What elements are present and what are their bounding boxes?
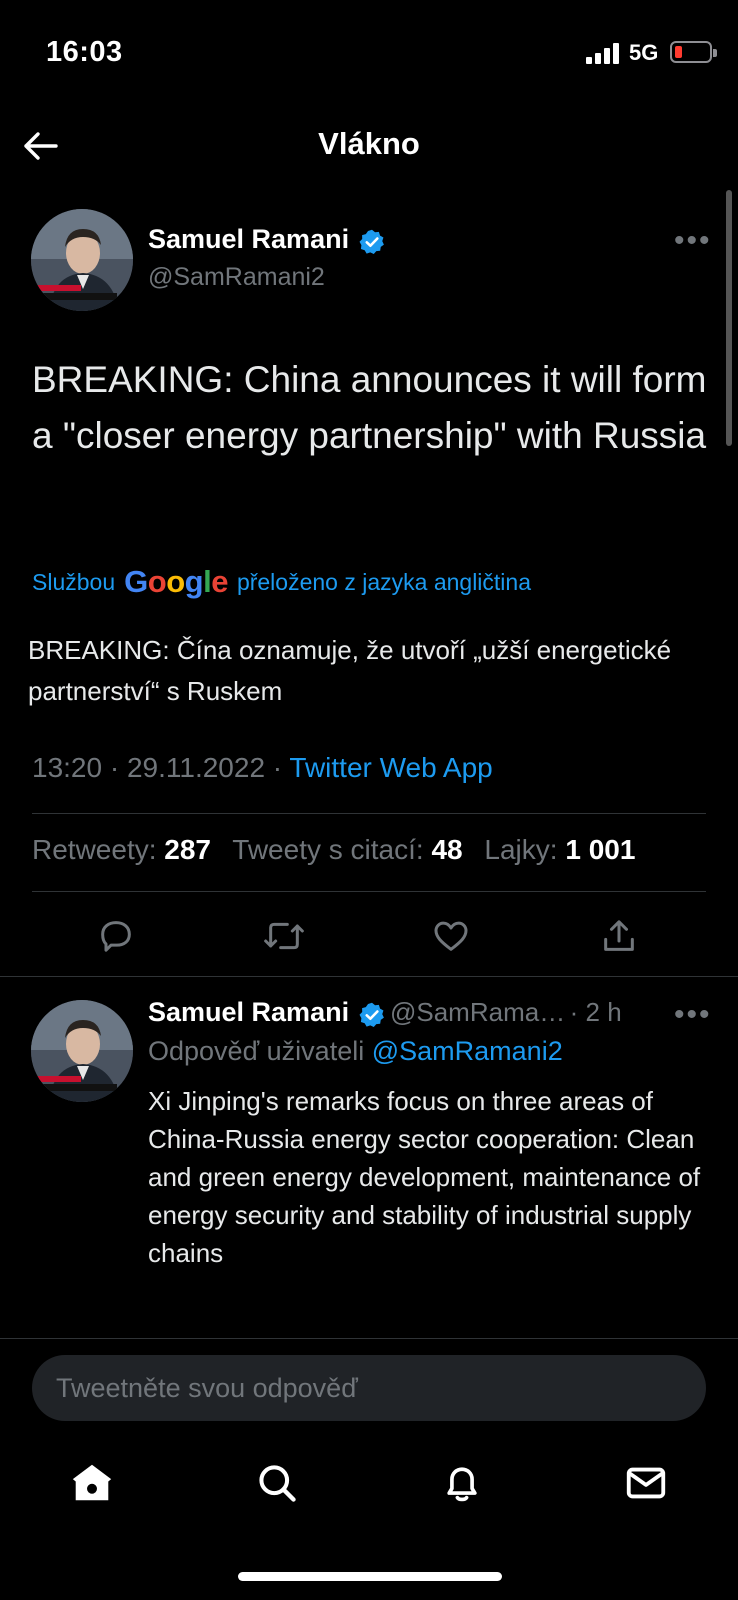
author-handle[interactable]: @SamRamani2 bbox=[148, 263, 325, 292]
likes-count[interactable]: 1 001 bbox=[565, 834, 635, 865]
tweet-text: BREAKING: China announces it will form a… bbox=[32, 359, 707, 456]
home-icon bbox=[72, 1464, 112, 1501]
likes-label: Lajky: bbox=[484, 834, 558, 865]
bottom-tab-bar bbox=[0, 1440, 738, 1530]
divider bbox=[0, 1338, 738, 1339]
retweet-button[interactable] bbox=[262, 914, 306, 958]
reply-age: · 2 h bbox=[569, 997, 622, 1027]
tweet-timestamp: 13:20 · 29.11.2022 · bbox=[32, 752, 290, 783]
avatar-photo bbox=[31, 1000, 133, 1102]
tweet-meta: 13:20 · 29.11.2022 · Twitter Web App bbox=[32, 752, 493, 784]
heart-icon bbox=[434, 921, 468, 951]
verified-badge-icon bbox=[359, 1002, 384, 1027]
search-icon bbox=[259, 1465, 296, 1502]
reply-icon bbox=[101, 921, 131, 952]
reply-context: Odpověď uživateli @SamRamani2 bbox=[148, 1036, 563, 1067]
translated-text: BREAKING: Čína oznamuje, že utvoří „užší… bbox=[28, 635, 672, 706]
translation-suffix: přeloženo z jazyka angličtina bbox=[236, 568, 531, 595]
like-button[interactable] bbox=[429, 914, 473, 958]
quotes-label: Tweety s citací: bbox=[232, 834, 424, 865]
network-type: 5G bbox=[629, 40, 659, 65]
tab-messages[interactable] bbox=[621, 1458, 671, 1508]
reply-tweet-text: Xi Jinping's remarks focus on three area… bbox=[148, 1086, 701, 1268]
author-line: Samuel Ramani bbox=[148, 224, 386, 256]
retweets-count[interactable]: 287 bbox=[164, 834, 211, 865]
status-time: 16:03 bbox=[46, 36, 123, 68]
battery-icon bbox=[670, 41, 717, 63]
reply-composer[interactable] bbox=[32, 1355, 706, 1421]
source-app-link[interactable]: Twitter Web App bbox=[289, 752, 492, 783]
tab-home[interactable] bbox=[67, 1458, 117, 1508]
reply-to-label: Odpověď uživateli bbox=[148, 1036, 365, 1066]
translation-attribution[interactable]: Službou Google přeloženo z jazyka anglič… bbox=[32, 564, 531, 600]
page-title: Vlákno bbox=[318, 126, 420, 161]
bell-icon bbox=[447, 1467, 477, 1502]
reply-button[interactable] bbox=[94, 914, 138, 958]
reply-author-line: Samuel Ramani @SamRama… · 2 h bbox=[148, 997, 622, 1029]
reply-author-name[interactable]: Samuel Ramani bbox=[148, 997, 349, 1027]
tab-notifications[interactable] bbox=[437, 1458, 487, 1508]
thread-header: Vlákno bbox=[0, 108, 738, 186]
reply-author-handle[interactable]: @SamRama… bbox=[390, 997, 565, 1027]
translation-prefix: Službou bbox=[32, 568, 116, 595]
mail-icon bbox=[626, 1467, 666, 1499]
divider bbox=[32, 891, 706, 892]
signal-icon bbox=[586, 42, 620, 64]
reply-to-handle[interactable]: @SamRamani2 bbox=[372, 1036, 563, 1066]
google-logo: Google bbox=[124, 564, 228, 599]
tweet-stats: Retweety: 287 Tweety s citací: 48 Lajky:… bbox=[32, 834, 635, 866]
retweets-label: Retweety: bbox=[32, 834, 157, 865]
avatar-photo bbox=[31, 209, 133, 311]
more-options-icon[interactable]: ••• bbox=[674, 224, 712, 258]
reply-input[interactable] bbox=[56, 1372, 706, 1404]
home-indicator[interactable] bbox=[238, 1572, 502, 1581]
share-button[interactable] bbox=[597, 914, 641, 958]
verified-badge-icon bbox=[359, 229, 384, 254]
divider bbox=[0, 976, 738, 977]
tweet-actions bbox=[0, 908, 738, 964]
avatar[interactable] bbox=[31, 1000, 133, 1102]
quotes-count[interactable]: 48 bbox=[431, 834, 462, 865]
avatar[interactable] bbox=[31, 209, 133, 311]
share-icon bbox=[604, 920, 634, 951]
scrollbar[interactable] bbox=[726, 190, 732, 446]
author-name[interactable]: Samuel Ramani bbox=[148, 224, 349, 254]
divider bbox=[32, 813, 706, 814]
status-bar: 16:03 5G bbox=[0, 0, 738, 108]
retweet-icon bbox=[264, 922, 304, 950]
more-options-icon[interactable]: ••• bbox=[674, 998, 712, 1032]
tab-search[interactable] bbox=[252, 1458, 302, 1508]
